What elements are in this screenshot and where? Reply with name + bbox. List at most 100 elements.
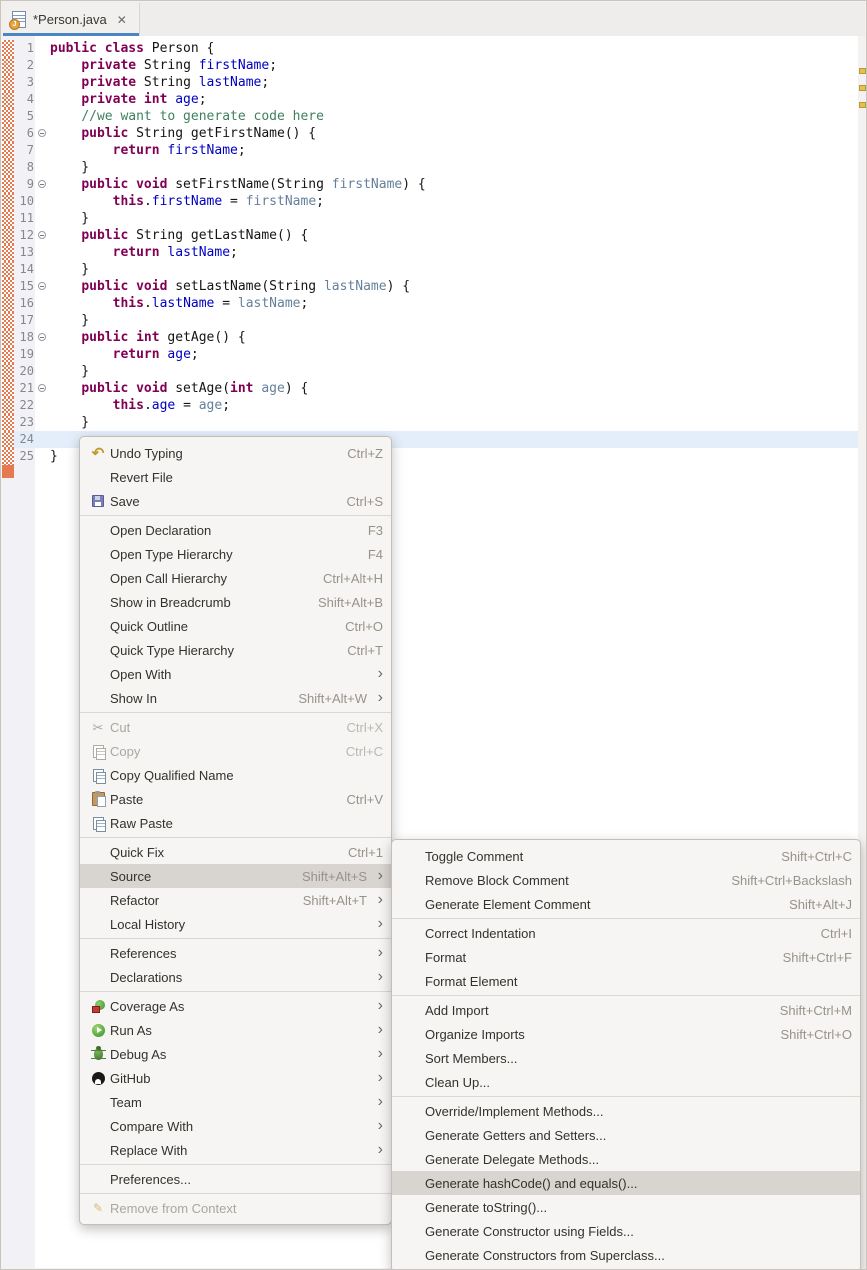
menu-item-references[interactable]: References› (80, 941, 391, 965)
line-number[interactable]: 23 (14, 414, 36, 431)
line-number[interactable]: 1 (14, 40, 36, 57)
menu-item-local-history[interactable]: Local History› (80, 912, 391, 936)
code-line-11[interactable]: 11 } (2, 210, 858, 227)
code-line-22[interactable]: 22 this.age = age; (2, 397, 858, 414)
menu-item-raw-paste[interactable]: Raw Paste (80, 811, 391, 835)
code-line-7[interactable]: 7 return firstName; (2, 142, 858, 159)
menu-item-declarations[interactable]: Declarations› (80, 965, 391, 989)
menu-item-remove-block-comment[interactable]: Remove Block CommentShift+Ctrl+Backslash (392, 868, 860, 892)
line-number[interactable]: 10 (14, 193, 36, 210)
menu-item-organize-imports[interactable]: Organize ImportsShift+Ctrl+O (392, 1022, 860, 1046)
fold-marker[interactable] (36, 176, 48, 193)
line-number[interactable]: 16 (14, 295, 36, 312)
tab-close-icon[interactable]: ✕ (114, 11, 130, 29)
line-number[interactable]: 2 (14, 57, 36, 74)
menu-item-open-declaration[interactable]: Open DeclarationF3 (80, 518, 391, 542)
code-line-9[interactable]: 9 public void setFirstName(String firstN… (2, 176, 858, 193)
menu-item-replace-with[interactable]: Replace With› (80, 1138, 391, 1162)
menu-item-preferences[interactable]: Preferences... (80, 1167, 391, 1191)
menu-item-toggle-comment[interactable]: Toggle CommentShift+Ctrl+C (392, 844, 860, 868)
menu-item-generate-element-comment[interactable]: Generate Element CommentShift+Alt+J (392, 892, 860, 916)
menu-item-generate-constructor-using-fields[interactable]: Generate Constructor using Fields... (392, 1219, 860, 1243)
code-line-14[interactable]: 14 } (2, 261, 858, 278)
menu-item-add-import[interactable]: Add ImportShift+Ctrl+M (392, 998, 860, 1022)
line-number[interactable]: 5 (14, 108, 36, 125)
code-line-23[interactable]: 23 } (2, 414, 858, 431)
menu-item-show-in[interactable]: Show InShift+Alt+W› (80, 686, 391, 710)
code-line-10[interactable]: 10 this.firstName = firstName; (2, 193, 858, 210)
code-line-5[interactable]: 5 //we want to generate code here (2, 108, 858, 125)
line-number[interactable]: 24 (14, 431, 36, 448)
line-number[interactable]: 14 (14, 261, 36, 278)
line-number[interactable]: 22 (14, 397, 36, 414)
menu-item-source[interactable]: SourceShift+Alt+S› (80, 864, 391, 888)
menu-item-run-as[interactable]: Run As› (80, 1018, 391, 1042)
menu-item-clean-up[interactable]: Clean Up... (392, 1070, 860, 1094)
line-number[interactable]: 9 (14, 176, 36, 193)
fold-marker[interactable] (36, 329, 48, 346)
menu-item-debug-as[interactable]: Debug As› (80, 1042, 391, 1066)
menu-item-coverage-as[interactable]: Coverage As› (80, 994, 391, 1018)
line-number[interactable]: 19 (14, 346, 36, 363)
code-line-18[interactable]: 18 public int getAge() { (2, 329, 858, 346)
menu-item-open-call-hierarchy[interactable]: Open Call HierarchyCtrl+Alt+H (80, 566, 391, 590)
menu-item-save[interactable]: SaveCtrl+S (80, 489, 391, 513)
code-line-13[interactable]: 13 return lastName; (2, 244, 858, 261)
menu-item-open-type-hierarchy[interactable]: Open Type HierarchyF4 (80, 542, 391, 566)
code-line-4[interactable]: ⚠4 private int age; (2, 91, 858, 108)
menu-item-undo-typing[interactable]: ↶Undo TypingCtrl+Z (80, 441, 391, 465)
menu-item-sort-members[interactable]: Sort Members... (392, 1046, 860, 1070)
line-number[interactable]: 8 (14, 159, 36, 176)
code-line-15[interactable]: 15 public void setLastName(String lastNa… (2, 278, 858, 295)
menu-item-show-in-breadcrumb[interactable]: Show in BreadcrumbShift+Alt+B (80, 590, 391, 614)
code-line-19[interactable]: 19 return age; (2, 346, 858, 363)
tab-person-java[interactable]: *Person.java ✕ (3, 3, 140, 36)
menu-item-compare-with[interactable]: Compare With› (80, 1114, 391, 1138)
code-line-8[interactable]: 8 } (2, 159, 858, 176)
menu-item-generate-delegate-methods[interactable]: Generate Delegate Methods... (392, 1147, 860, 1171)
menu-item-override-implement-methods[interactable]: Override/Implement Methods... (392, 1099, 860, 1123)
code-line-16[interactable]: 16 this.lastName = lastName; (2, 295, 858, 312)
line-number[interactable]: 20 (14, 363, 36, 380)
code-line-1[interactable]: 1public class Person { (2, 40, 858, 57)
menu-item-quick-fix[interactable]: Quick FixCtrl+1 (80, 840, 391, 864)
menu-item-generate-hashcode-and-equals[interactable]: Generate hashCode() and equals()... (392, 1171, 860, 1195)
menu-item-github[interactable]: GitHub› (80, 1066, 391, 1090)
line-number[interactable]: 21 (14, 380, 36, 397)
code-line-12[interactable]: 12 public String getLastName() { (2, 227, 858, 244)
line-number[interactable]: 4 (14, 91, 36, 108)
fold-marker[interactable] (36, 278, 48, 295)
menu-item-revert-file[interactable]: Revert File (80, 465, 391, 489)
menu-item-format-element[interactable]: Format Element (392, 969, 860, 993)
line-number[interactable]: 25 (14, 448, 36, 465)
menu-item-correct-indentation[interactable]: Correct IndentationCtrl+I (392, 921, 860, 945)
menu-item-quick-type-hierarchy[interactable]: Quick Type HierarchyCtrl+T (80, 638, 391, 662)
menu-item-open-with[interactable]: Open With› (80, 662, 391, 686)
code-line-3[interactable]: ⚠3 private String lastName; (2, 74, 858, 91)
menu-item-refactor[interactable]: RefactorShift+Alt+T› (80, 888, 391, 912)
menu-item-copy-qualified-name[interactable]: Copy Qualified Name (80, 763, 391, 787)
line-number[interactable]: 18 (14, 329, 36, 346)
menu-item-format[interactable]: FormatShift+Ctrl+F (392, 945, 860, 969)
menu-item-generate-constructors-from-superclass[interactable]: Generate Constructors from Superclass... (392, 1243, 860, 1267)
line-number[interactable]: 17 (14, 312, 36, 329)
code-line-6[interactable]: 6 public String getFirstName() { (2, 125, 858, 142)
fold-marker[interactable] (36, 227, 48, 244)
menu-item-quick-outline[interactable]: Quick OutlineCtrl+O (80, 614, 391, 638)
line-number[interactable]: 6 (14, 125, 36, 142)
code-line-17[interactable]: 17 } (2, 312, 858, 329)
warning-overview-marker[interactable] (859, 102, 866, 108)
menu-item-generate-getters-and-setters[interactable]: Generate Getters and Setters... (392, 1123, 860, 1147)
line-number[interactable]: 11 (14, 210, 36, 227)
fold-marker[interactable] (36, 380, 48, 397)
menu-item-paste[interactable]: PasteCtrl+V (80, 787, 391, 811)
fold-marker[interactable] (36, 125, 48, 142)
line-number[interactable]: 12 (14, 227, 36, 244)
code-line-20[interactable]: 20 } (2, 363, 858, 380)
code-line-2[interactable]: ⚠2 private String firstName; (2, 57, 858, 74)
code-line-21[interactable]: 21 public void setAge(int age) { (2, 380, 858, 397)
warning-overview-marker[interactable] (859, 85, 866, 91)
line-number[interactable]: 13 (14, 244, 36, 261)
menu-item-team[interactable]: Team› (80, 1090, 391, 1114)
menu-item-generate-tostring[interactable]: Generate toString()... (392, 1195, 860, 1219)
